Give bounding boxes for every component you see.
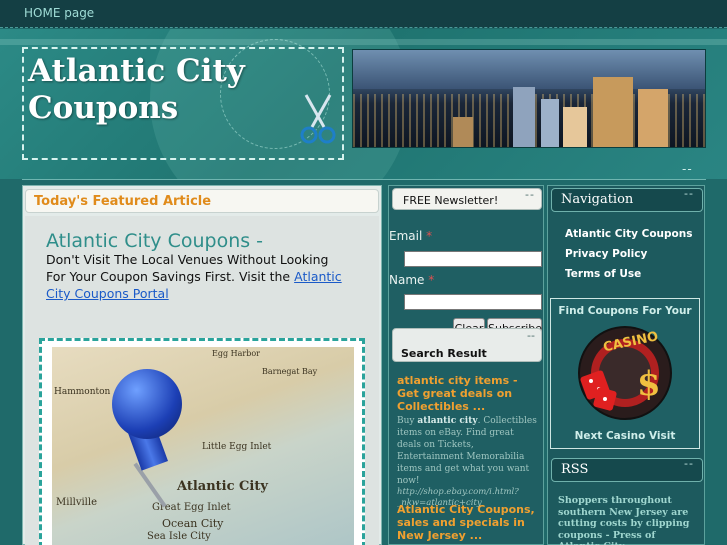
- search-result-item: atlantic city items - Get great deals on…: [397, 374, 537, 509]
- atlantic-city-night-photo: [352, 49, 706, 148]
- nav-item-terms-of-use[interactable]: Terms of Use: [565, 268, 641, 280]
- site-logo[interactable]: Atlantic City Coupons: [22, 47, 344, 160]
- top-nav-bar: HOME page: [0, 0, 727, 28]
- rss-header: RSS --: [551, 457, 703, 482]
- email-label: Email *: [389, 229, 432, 243]
- name-label-text: Name: [389, 273, 425, 287]
- map-label: Egg Harbor: [212, 349, 260, 358]
- search-result-dashes: --: [527, 329, 535, 342]
- map-label: Sea Isle City: [147, 531, 211, 542]
- casino-promo-top-text: Find Coupons For Your: [558, 305, 692, 317]
- search-result-description: Buy atlantic city. Collectibles items on…: [397, 415, 537, 487]
- navigation-header: Navigation --: [551, 187, 703, 212]
- site-title: Atlantic City Coupons: [28, 53, 245, 127]
- navigation-dashes: --: [684, 187, 694, 200]
- desc-post: . Collectibles items on eBay. Find great…: [397, 416, 537, 486]
- header-dashes: --: [682, 162, 693, 176]
- name-label: Name *: [389, 273, 434, 287]
- nav-item-privacy-policy[interactable]: Privacy Policy: [565, 248, 647, 260]
- search-result-title[interactable]: atlantic city items - Get great deals on…: [397, 374, 537, 413]
- navigation-heading: Navigation: [561, 192, 634, 207]
- article-intro: Don't Visit The Local Venues Without Loo…: [46, 252, 329, 284]
- map-label: Barnegat Bay: [262, 367, 318, 376]
- email-field[interactable]: [404, 251, 542, 267]
- site-title-line2: Coupons: [28, 90, 179, 126]
- required-mark: *: [426, 229, 433, 243]
- casino-promo-banner[interactable]: Find Coupons For Your $ CASINO Next Casi…: [550, 298, 700, 449]
- pushpin-needle: [133, 462, 167, 508]
- home-link[interactable]: HOME page: [24, 6, 94, 20]
- featured-article-panel: Today's Featured Article Atlantic City C…: [22, 185, 382, 545]
- nav-item-atlantic-city-coupons[interactable]: Atlantic City Coupons: [565, 228, 692, 240]
- featured-article-header: Today's Featured Article: [25, 189, 379, 213]
- desc-bold: atlantic city: [417, 416, 478, 426]
- desc-pre: Buy: [397, 416, 418, 426]
- atlantic-city-map-photo: Egg Harbor Barnegat Bay Hammonton Little…: [52, 347, 354, 545]
- map-label: Hammonton: [54, 387, 111, 397]
- newsletter-header: FREE Newsletter! --: [392, 188, 542, 210]
- required-mark: *: [428, 273, 435, 287]
- email-label-text: Email: [389, 229, 423, 243]
- map-label: Ocean City: [162, 517, 224, 530]
- rss-feed-item[interactable]: Shoppers throughout southern New Jersey …: [558, 495, 698, 545]
- map-label: Little Egg Inlet: [202, 442, 272, 452]
- header-divider: [22, 179, 706, 180]
- article-text: Don't Visit The Local Venues Without Loo…: [46, 251, 346, 302]
- search-result-heading: Search Result: [401, 347, 487, 360]
- newsletter-heading: FREE Newsletter!: [403, 194, 499, 207]
- scissors-icon: [300, 94, 336, 144]
- casino-logo-icon: $ CASINO: [578, 326, 672, 420]
- map-label: Millville: [56, 497, 97, 508]
- map-label: Atlantic City: [177, 479, 268, 494]
- newsletter-dashes: --: [525, 188, 535, 201]
- pushpin-icon: [112, 369, 182, 439]
- search-result-item: Atlantic City Coupons, sales and special…: [397, 503, 537, 542]
- casino-promo-bottom-text: Next Casino Visit: [574, 430, 676, 442]
- dollar-sign: $: [637, 364, 661, 404]
- rss-heading: RSS: [561, 462, 589, 477]
- name-field[interactable]: [404, 294, 542, 310]
- article-title: Atlantic City Coupons -: [46, 230, 264, 252]
- map-image-frame: Egg Harbor Barnegat Bay Hammonton Little…: [39, 338, 365, 545]
- search-result-header: -- Search Result: [392, 328, 542, 362]
- featured-article-body: Atlantic City Coupons - Don't Visit The …: [25, 216, 379, 545]
- featured-article-heading: Today's Featured Article: [34, 194, 212, 209]
- site-title-line1: Atlantic City: [28, 53, 245, 89]
- rss-dashes: --: [684, 457, 694, 470]
- search-result-title[interactable]: Atlantic City Coupons, sales and special…: [397, 503, 537, 542]
